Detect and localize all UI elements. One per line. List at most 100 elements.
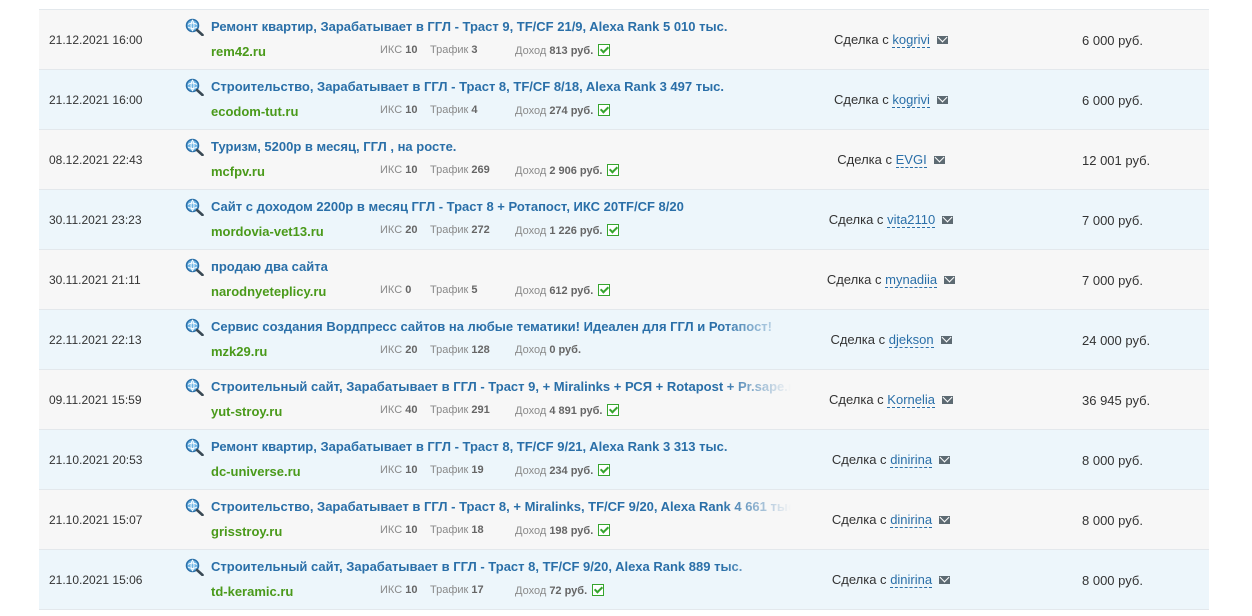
deal-label: Сделка с: [831, 452, 887, 467]
listing-domain-link[interactable]: mordovia-vet13.ru: [211, 224, 324, 239]
listing-date: 08.12.2021 22:43: [49, 153, 143, 167]
listing-title-link[interactable]: Сервис создания Вордпресс сайтов на любы…: [211, 319, 791, 334]
seller-username-link[interactable]: dinirina: [890, 512, 933, 528]
magnifier-globe-icon[interactable]: [185, 558, 204, 576]
envelope-icon[interactable]: [940, 336, 952, 344]
deal-with: Сделка с djekson: [761, 332, 1021, 348]
envelope-icon[interactable]: [939, 576, 951, 584]
listing-date: 30.11.2021 23:23: [49, 213, 142, 227]
listing-domain-link[interactable]: mzk29.ru: [211, 344, 267, 359]
magnifier-globe-icon[interactable]: [185, 318, 204, 336]
traffic-stat: Трафик 4: [430, 104, 478, 116]
seller-username-link[interactable]: Kornelia: [887, 392, 935, 408]
deal-with: Сделка с vita2110: [761, 212, 1021, 228]
listing-date: 21.12.2021 16:00: [49, 93, 143, 107]
envelope-icon[interactable]: [942, 396, 953, 404]
income-label: Доход: [515, 465, 547, 477]
iks-value: 20: [405, 224, 418, 236]
traffic-value: 291: [471, 404, 490, 416]
listing-domain-link[interactable]: dc-universe.ru: [211, 464, 301, 479]
listing-date: 22.11.2021 22:13: [49, 333, 142, 347]
table-row: 21.10.2021 15:07 Строительство, Зарабаты…: [39, 490, 1209, 550]
magnifier-globe-icon[interactable]: [185, 18, 204, 36]
magnifier-globe-icon[interactable]: [185, 78, 204, 96]
listing-price: 6 000 руб.: [1082, 93, 1143, 108]
listing-title-link[interactable]: Строительство, Зарабатывает в ГГЛ - Трас…: [211, 79, 791, 94]
listing-title-link[interactable]: Строительство, Зарабатывает в ГГЛ - Трас…: [211, 499, 791, 514]
traffic-stat: Трафик 18: [430, 524, 484, 536]
magnifier-globe-icon[interactable]: [185, 378, 204, 396]
deal-label: Сделка с: [834, 92, 889, 107]
checkbox-checked-icon: [598, 524, 611, 536]
traffic-value: 272: [471, 224, 490, 236]
listing-title-link[interactable]: Ремонт квартир, Зарабатывает в ГГЛ - Тра…: [211, 439, 791, 454]
magnifier-globe-icon[interactable]: [185, 438, 204, 456]
envelope-icon[interactable]: [933, 156, 945, 164]
envelope-icon[interactable]: [944, 276, 956, 284]
iks-value: 10: [405, 164, 418, 176]
seller-username-link[interactable]: vita2110: [887, 212, 936, 228]
listing-price: 7 000 руб.: [1082, 273, 1143, 288]
traffic-label: Трафик: [430, 224, 469, 236]
traffic-value: 128: [471, 344, 490, 356]
listing-title-link[interactable]: Туризм, 5200р в месяц, ГГЛ , на росте.: [211, 139, 791, 154]
listing-title-link[interactable]: Сайт с доходом 2200р в месяц ГГЛ - Траст…: [211, 199, 791, 214]
traffic-label: Трафик: [430, 464, 469, 476]
listing-domain-link[interactable]: ecodom-tut.ru: [211, 104, 298, 119]
iks-label: ИКС: [380, 104, 403, 116]
iks-stat: ИКС 10: [380, 104, 417, 116]
envelope-icon[interactable]: [939, 456, 951, 464]
listing-domain-link[interactable]: rem42.ru: [211, 44, 266, 59]
listing-domain-link[interactable]: yut-stroy.ru: [211, 404, 282, 419]
traffic-value: 3: [471, 44, 478, 56]
income-label: Доход: [515, 285, 547, 297]
income-value: 1 226 руб.: [549, 225, 603, 237]
iks-label: ИКС: [380, 164, 403, 176]
iks-value: 10: [405, 44, 418, 56]
seller-username-link[interactable]: kogrivi: [892, 92, 930, 108]
listing-domain-link[interactable]: grisstroy.ru: [211, 524, 282, 539]
table-row: 22.11.2021 22:13 Сервис создания Вордпре…: [39, 310, 1209, 370]
magnifier-globe-icon[interactable]: [185, 138, 204, 156]
seller-username-link[interactable]: dinirina: [890, 452, 933, 468]
listing-domain-link[interactable]: td-keramic.ru: [211, 584, 293, 599]
seller-username-link[interactable]: dinirina: [890, 572, 933, 588]
traffic-label: Трафик: [430, 344, 469, 356]
table-row: 21.12.2021 16:00 Ремонт квартир, Зарабат…: [39, 10, 1209, 70]
seller-username-link[interactable]: mynadiia: [885, 272, 938, 288]
envelope-icon[interactable]: [942, 216, 954, 224]
listing-title-link[interactable]: Строительный сайт, Зарабатывает в ГГЛ - …: [211, 379, 791, 394]
deal-with: Сделка с kogrivi: [761, 32, 1021, 48]
listing-domain-link[interactable]: narodnyeteplicy.ru: [211, 284, 326, 299]
traffic-stat: Трафик 17: [430, 584, 484, 596]
envelope-icon[interactable]: [936, 36, 948, 44]
iks-label: ИКС: [380, 224, 403, 236]
checkbox-checked-icon: [598, 104, 611, 116]
seller-username-link[interactable]: EVGI: [895, 152, 927, 168]
income-value: 72 руб.: [549, 585, 588, 597]
magnifier-globe-icon[interactable]: [185, 258, 204, 276]
magnifier-globe-icon[interactable]: [185, 198, 204, 216]
deal-with: Сделка с dinirina: [761, 452, 1021, 468]
envelope-icon[interactable]: [939, 516, 951, 524]
seller-username-link[interactable]: djekson: [888, 332, 934, 348]
checkbox-checked-icon: [592, 584, 605, 596]
listings-table: 21.12.2021 16:00 Ремонт квартир, Зарабат…: [39, 9, 1209, 610]
magnifier-globe-icon[interactable]: [185, 498, 204, 516]
traffic-value: 269: [471, 164, 490, 176]
listing-title-link[interactable]: Строительный сайт, Зарабатывает в ГГЛ - …: [211, 559, 791, 574]
traffic-value: 17: [471, 584, 484, 596]
seller-username-link[interactable]: kogrivi: [892, 32, 930, 48]
listing-title-link[interactable]: продаю два сайта: [211, 259, 791, 274]
traffic-label: Трафик: [430, 104, 469, 116]
iks-stat: ИКС 40: [380, 404, 417, 416]
iks-label: ИКС: [380, 284, 403, 296]
listing-date: 09.11.2021 15:59: [49, 393, 142, 407]
income-stat: Доход 0 руб.: [515, 344, 581, 356]
listing-domain-link[interactable]: mcfpv.ru: [211, 164, 265, 179]
envelope-icon[interactable]: [936, 96, 948, 104]
iks-stat: ИКС 10: [380, 44, 417, 56]
checkbox-checked-icon: [598, 464, 611, 476]
iks-label: ИКС: [380, 344, 403, 356]
listing-title-link[interactable]: Ремонт квартир, Зарабатывает в ГГЛ - Тра…: [211, 19, 791, 34]
